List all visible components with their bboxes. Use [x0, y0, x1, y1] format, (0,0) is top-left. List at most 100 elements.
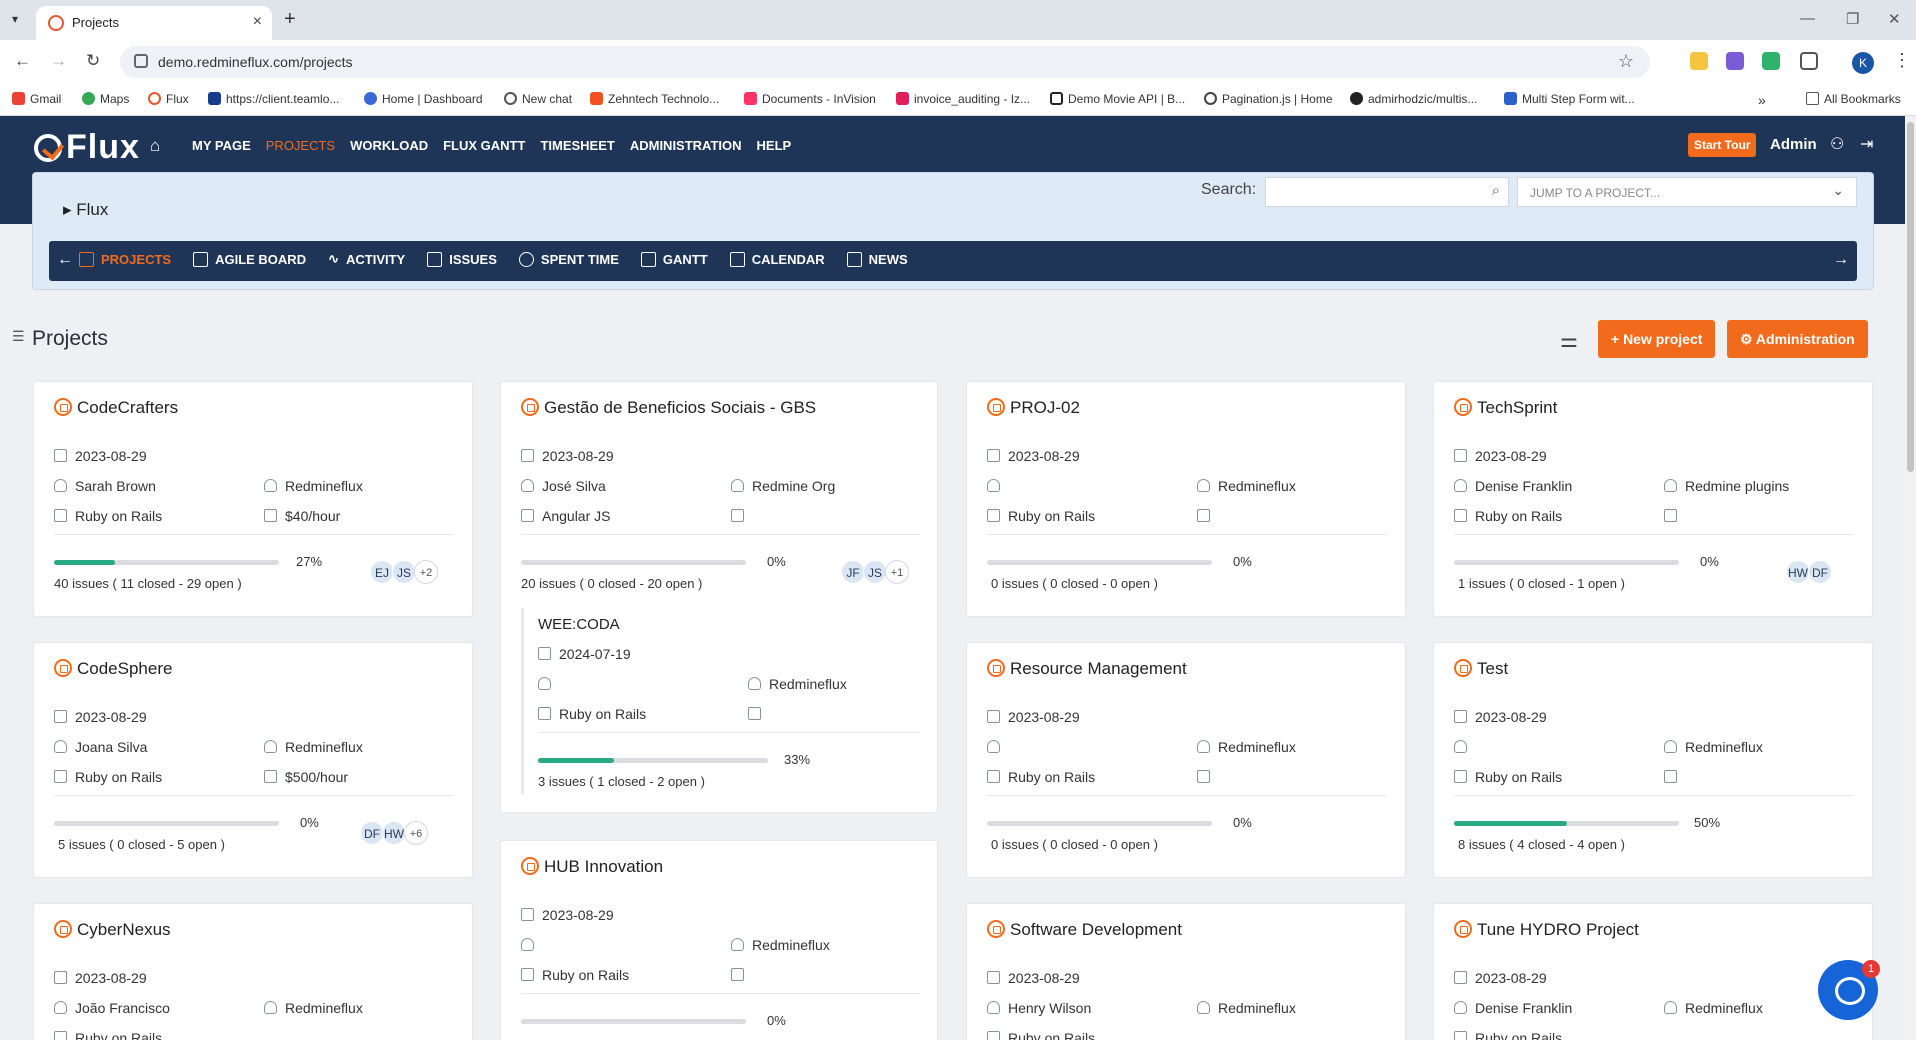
search-input[interactable]: ⌕	[1265, 177, 1509, 207]
avatar[interactable]: JS	[863, 560, 887, 584]
project-title[interactable]: Gestão de Beneficios Sociais - GBS	[521, 398, 816, 418]
project-card[interactable]: Gestão de Beneficios Sociais - GBS 2023-…	[500, 381, 938, 813]
user-name[interactable]: Admin	[1770, 136, 1817, 153]
more-members[interactable]: +2	[414, 560, 438, 584]
forward-icon[interactable]: →	[50, 51, 67, 71]
issues-summary[interactable]: 5 issues ( 0 closed - 5 open )	[58, 837, 225, 852]
project-card[interactable]: PROJ-02 2023-08-29 Redmineflux Ruby on R…	[966, 381, 1406, 617]
menu-issues[interactable]: ISSUES	[427, 251, 497, 267]
project-title[interactable]: Software Development	[987, 920, 1182, 940]
project-title[interactable]: Test	[1454, 659, 1508, 679]
reload-icon[interactable]: ↻	[86, 51, 100, 71]
menu-spent-time[interactable]: SPENT TIME	[518, 251, 619, 267]
subproject-title[interactable]: WEE:CODA	[538, 616, 620, 633]
nav-workload[interactable]: WORKLOAD	[350, 138, 428, 153]
nav-administration[interactable]: ADMINISTRATION	[630, 138, 742, 153]
more-members[interactable]: +6	[404, 821, 428, 845]
filter-settings-icon[interactable]: ⚌	[1560, 328, 1578, 353]
all-bookmarks[interactable]: All Bookmarks	[1806, 92, 1901, 106]
nav-my-page[interactable]: MY PAGE	[192, 138, 251, 153]
scrollbar-thumb[interactable]	[1907, 122, 1914, 472]
avatar[interactable]: EJ	[370, 560, 394, 584]
browser-menu-icon[interactable]: ⋮	[1893, 50, 1911, 71]
extension-green-icon[interactable]	[1762, 52, 1780, 70]
bookmark-item[interactable]: https://client.teamlo...	[208, 92, 339, 106]
user-icon[interactable]: ⚇	[1830, 134, 1844, 154]
bookmark-item[interactable]: Documents - InVision	[744, 92, 876, 106]
new-project-button[interactable]: + New project	[1598, 320, 1716, 358]
project-title[interactable]: Resource Management	[987, 659, 1187, 679]
start-tour-button[interactable]: Start Tour	[1688, 133, 1757, 157]
issues-summary[interactable]: 40 issues ( 11 closed - 29 open )	[54, 576, 242, 591]
extension-icon[interactable]	[1690, 52, 1708, 70]
avatar[interactable]: HW	[1786, 560, 1810, 584]
project-title[interactable]: CyberNexus	[54, 920, 171, 940]
close-tab-icon[interactable]: ×	[253, 13, 262, 31]
site-info-icon[interactable]	[134, 54, 148, 68]
bookmark-star-icon[interactable]: ☆	[1618, 51, 1634, 72]
bookmark-item[interactable]: Zehntech Technolo...	[590, 92, 719, 106]
bookmark-item[interactable]: Home | Dashboard	[364, 92, 483, 106]
menu-back-arrow-icon[interactable]: ←	[57, 251, 73, 269]
nav-projects[interactable]: PROJECTS	[266, 138, 335, 153]
restore-icon[interactable]: ❐	[1846, 10, 1859, 28]
page-scrollbar[interactable]	[1905, 116, 1916, 1040]
url-field[interactable]: demo.redmineflux.com/projects ☆	[120, 46, 1650, 78]
project-card[interactable]: Test 2023-08-29 Redmineflux Ruby on Rail…	[1433, 642, 1873, 878]
subproject[interactable]: WEE:CODA 2024-07-19 Redmineflux Ruby on …	[521, 608, 921, 794]
logout-icon[interactable]: ⇥	[1860, 134, 1873, 154]
avatar[interactable]: JS	[392, 560, 416, 584]
issues-summary[interactable]: 1 issues ( 0 closed - 1 open )	[1458, 576, 1625, 591]
project-title[interactable]: TechSprint	[1454, 398, 1557, 418]
administration-button[interactable]: ⚙ Administration	[1727, 320, 1868, 358]
project-title[interactable]: HUB Innovation	[521, 857, 663, 877]
project-card[interactable]: CodeSphere 2023-08-29 Joana Silva Redmin…	[33, 642, 473, 878]
bookmark-item[interactable]: Maps	[82, 92, 129, 106]
bookmark-item[interactable]: Flux	[148, 92, 189, 106]
issues-summary[interactable]: 3 issues ( 1 closed - 2 open )	[538, 774, 705, 789]
project-title[interactable]: PROJ-02	[987, 398, 1080, 418]
project-card[interactable]: CyberNexus 2023-08-29 João Francisco Red…	[33, 903, 473, 1040]
menu-projects[interactable]: PROJECTS	[79, 251, 171, 267]
nav-help[interactable]: HELP	[757, 138, 792, 153]
back-icon[interactable]: ←	[14, 51, 31, 71]
jump-to-project-select[interactable]: JUMP TO A PROJECT... ⌄	[1517, 177, 1857, 207]
bookmark-item[interactable]: New chat	[504, 92, 572, 106]
minimize-icon[interactable]: —	[1800, 10, 1815, 27]
more-bookmarks-icon[interactable]: »	[1758, 92, 1766, 108]
project-name[interactable]: ▸ Flux	[63, 200, 108, 220]
project-card[interactable]: CodeCrafters 2023-08-29 Sarah Brown Redm…	[33, 381, 473, 617]
extension-pen-icon[interactable]	[1726, 52, 1744, 70]
menu-news[interactable]: NEWS	[846, 251, 908, 267]
project-card[interactable]: Tune HYDRO Project 2023-08-29 Denise Fra…	[1433, 903, 1873, 1040]
issues-summary[interactable]: 0 issues ( 0 closed - 0 open )	[991, 837, 1158, 852]
bookmark-item[interactable]: admirhodzic/multis...	[1350, 92, 1477, 106]
tab-list-chevron-icon[interactable]: ▾	[12, 12, 18, 26]
project-title[interactable]: CodeSphere	[54, 659, 172, 679]
bookmark-item[interactable]: invoice_auditing - Iz...	[896, 92, 1030, 106]
project-title[interactable]: Tune HYDRO Project	[1454, 920, 1639, 940]
menu-activity[interactable]: ∿ ACTIVITY	[328, 251, 405, 267]
avatar[interactable]: JF	[841, 560, 865, 584]
menu-gantt[interactable]: GANTT	[640, 251, 708, 267]
close-window-icon[interactable]: ✕	[1888, 10, 1901, 28]
sidebar-toggle-icon[interactable]: ☰	[12, 328, 25, 345]
avatar[interactable]: DF	[1808, 560, 1832, 584]
bookmark-item[interactable]: Pagination.js | Home	[1204, 92, 1333, 106]
issues-summary[interactable]: 0 issues ( 0 closed - 0 open )	[991, 576, 1158, 591]
nav-timesheet[interactable]: TIMESHEET	[540, 138, 614, 153]
more-members[interactable]: +1	[885, 560, 909, 584]
issues-summary[interactable]: 8 issues ( 4 closed - 4 open )	[1458, 837, 1625, 852]
menu-agile-board[interactable]: AGILE BOARD	[193, 251, 306, 267]
search-icon[interactable]: ⌕	[1492, 182, 1500, 199]
flux-logo[interactable]: Flux	[34, 128, 140, 167]
project-title[interactable]: CodeCrafters	[54, 398, 178, 418]
project-card[interactable]: TechSprint 2023-08-29 Denise Franklin Re…	[1433, 381, 1873, 617]
home-icon[interactable]: ⌂	[150, 136, 160, 156]
bookmark-item[interactable]: Multi Step Form wit...	[1504, 92, 1635, 106]
nav-flux-gantt[interactable]: FLUX GANTT	[443, 138, 525, 153]
browser-tab[interactable]: Projects ×	[36, 6, 272, 40]
project-card[interactable]: HUB Innovation 2023-08-29 Redmineflux Ru…	[500, 840, 938, 1040]
extensions-puzzle-icon[interactable]	[1800, 52, 1818, 70]
avatar[interactable]: DF	[360, 821, 384, 845]
